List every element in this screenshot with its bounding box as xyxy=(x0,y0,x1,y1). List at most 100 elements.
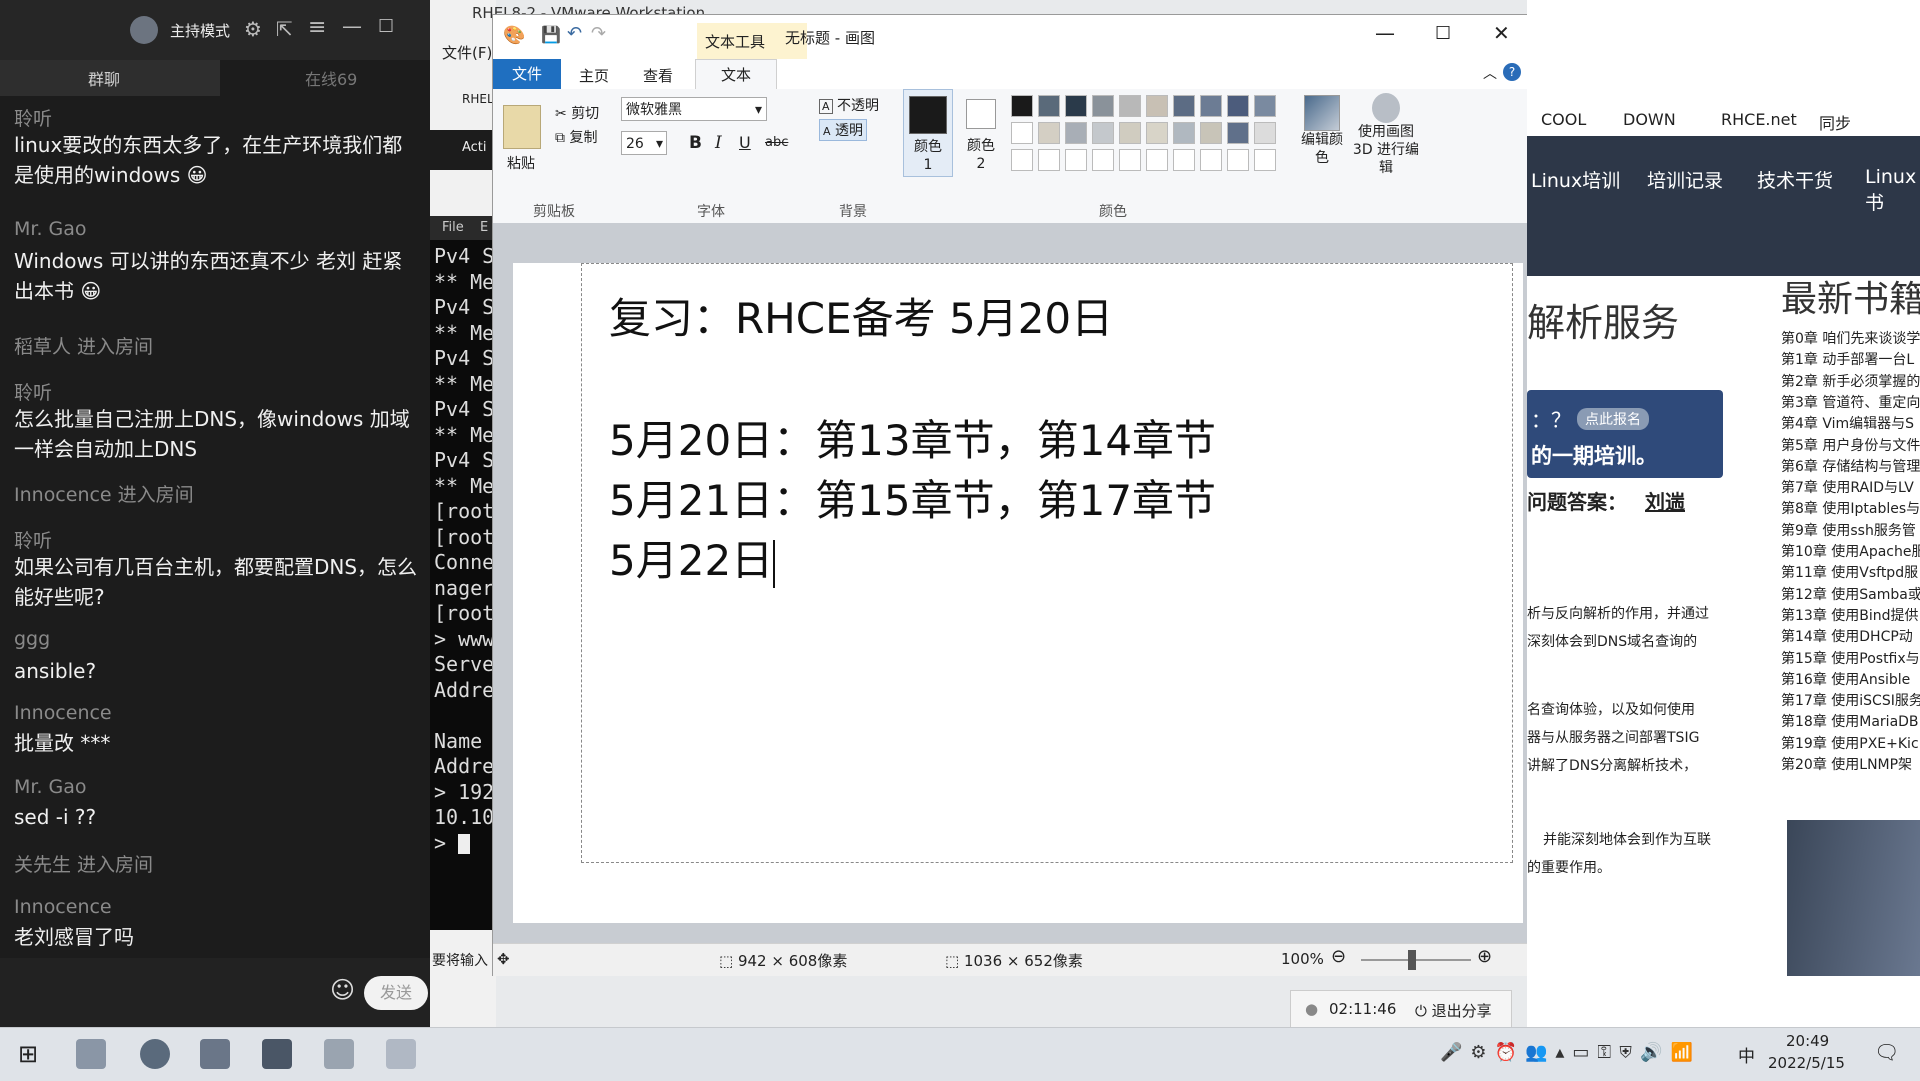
palette-swatch[interactable] xyxy=(1146,95,1168,117)
terminal-menu-edit[interactable]: E xyxy=(480,220,488,235)
toc-item[interactable]: 第17章 使用iSCSI服务 xyxy=(1781,690,1920,710)
toc-item[interactable]: 第15章 使用Postfix与 xyxy=(1781,648,1920,668)
browser-icon[interactable] xyxy=(140,1039,170,1069)
palette-swatch[interactable] xyxy=(1092,122,1114,144)
palette-swatch-empty[interactable] xyxy=(1146,149,1168,171)
notepad-taskbar-icon[interactable] xyxy=(324,1039,354,1069)
palette-swatch[interactable] xyxy=(1119,95,1141,117)
tab-online[interactable]: 在线69 xyxy=(305,66,357,90)
toc-item[interactable]: 第3章 管道符、重定向 xyxy=(1781,392,1920,412)
tab-group-chat[interactable]: 群聊 xyxy=(88,66,120,90)
palette-swatch[interactable] xyxy=(1092,95,1114,117)
underline-button[interactable]: U xyxy=(739,133,751,152)
palette-swatch-empty[interactable] xyxy=(1200,149,1222,171)
toc-item[interactable]: 第13章 使用Bind提供 xyxy=(1781,605,1919,625)
file-explorer-icon[interactable] xyxy=(76,1039,106,1069)
tab-view[interactable]: 查看 xyxy=(643,65,673,86)
palette-swatch-empty[interactable] xyxy=(1065,149,1087,171)
palette-swatch-empty[interactable] xyxy=(1011,149,1033,171)
palette-swatch[interactable] xyxy=(1011,122,1033,144)
paint3d-button[interactable]: 使用画图 3D 进行编辑 xyxy=(1349,91,1423,176)
transparent-option[interactable]: A 透明 xyxy=(819,119,867,141)
undo-icon[interactable]: ↶ xyxy=(567,23,582,44)
palette-swatch-empty[interactable] xyxy=(1119,149,1141,171)
copy-button[interactable]: ⧉ 复制 xyxy=(555,127,597,147)
edit-colors-button[interactable]: 编辑颜色 xyxy=(1301,91,1343,175)
paste-button[interactable] xyxy=(503,105,541,149)
nav-tech[interactable]: 技术干货 xyxy=(1757,166,1833,193)
palette-swatch-empty[interactable] xyxy=(1092,149,1114,171)
nav-linux-book[interactable]: Linux书 xyxy=(1865,166,1920,215)
palette-swatch[interactable] xyxy=(1200,95,1222,117)
palette-swatch[interactable] xyxy=(1038,122,1060,144)
toc-item[interactable]: 第9章 使用ssh服务管 xyxy=(1781,520,1916,540)
save-icon[interactable]: 💾 xyxy=(541,25,561,44)
color2-button[interactable]: 颜色 2 xyxy=(959,89,1003,175)
toc-item[interactable]: 第20章 使用LNMP架 xyxy=(1781,754,1912,774)
notification-icon[interactable]: 🗨 xyxy=(1874,1040,1899,1064)
cut-button[interactable]: ✂ 剪切 xyxy=(555,103,599,123)
author-link[interactable]: 刘遄 xyxy=(1645,486,1685,515)
palette-swatch[interactable] xyxy=(1173,95,1195,117)
toc-item[interactable]: 第6章 存储结构与管理 xyxy=(1781,456,1920,476)
palette-swatch-empty[interactable] xyxy=(1173,149,1195,171)
toc-item[interactable]: 第16章 使用Ansible xyxy=(1781,669,1910,689)
toc-item[interactable]: 第11章 使用Vsftpd服 xyxy=(1781,562,1918,582)
toc-item[interactable]: 第0章 咱们先来谈谈学 xyxy=(1781,328,1920,348)
toc-item[interactable]: 第19章 使用PXE+Kic xyxy=(1781,733,1919,753)
palette-swatch[interactable] xyxy=(1038,95,1060,117)
zoom-in-icon[interactable]: ⊕ xyxy=(1477,946,1492,967)
bookmark-down[interactable]: DOWN xyxy=(1623,110,1676,129)
tab-home[interactable]: 主页 xyxy=(579,65,609,86)
palette-swatch[interactable] xyxy=(1254,95,1276,117)
zoom-out-icon[interactable]: ⊖ xyxy=(1331,946,1346,967)
palette-swatch[interactable] xyxy=(1254,122,1276,144)
bookmark-cool[interactable]: COOL xyxy=(1541,110,1586,129)
ribbon-collapse-icon[interactable]: ︿ xyxy=(1483,63,1497,83)
opaque-option[interactable]: A 不透明 xyxy=(819,95,879,115)
emoji-picker-icon[interactable]: ☺ xyxy=(330,976,355,1004)
tab-file[interactable]: 文件 xyxy=(493,59,561,89)
palette-swatch[interactable] xyxy=(1227,122,1249,144)
bookmark-rhce[interactable]: RHCE.net xyxy=(1721,110,1797,129)
close-icon[interactable]: ✕ xyxy=(1493,21,1510,45)
toc-item[interactable]: 第14章 使用DHCP动 xyxy=(1781,626,1913,646)
terminal[interactable]: Pv4 S ** Me Pv4 S ** Me Pv4 S ** Me Pv4 S ** Me… xyxy=(430,240,496,930)
minimize-icon[interactable]: — xyxy=(342,14,362,38)
minimize-icon[interactable]: — xyxy=(1375,21,1395,45)
exit-share-button[interactable]: ⏻ 退出分享 xyxy=(1415,1000,1492,1021)
toc-item[interactable]: 第5章 用户身份与文件 xyxy=(1781,435,1920,455)
ime-indicator[interactable]: 中 xyxy=(1738,1042,1755,1067)
paint-taskbar-icon[interactable] xyxy=(386,1039,416,1069)
tray-icons[interactable]: 🎤⚙⏰👥▴▭⚿⛨🔊📶 xyxy=(1440,1042,1701,1063)
vmware-menu-file[interactable]: 文件(F) xyxy=(442,42,492,63)
nav-training-log[interactable]: 培训记录 xyxy=(1647,166,1723,193)
palette-swatch[interactable] xyxy=(1227,95,1249,117)
palette-swatch[interactable] xyxy=(1173,122,1195,144)
palette-swatch[interactable] xyxy=(1146,122,1168,144)
font-size-select[interactable]: 26 ▾ xyxy=(621,131,667,155)
canvas[interactable]: 复习：RHCE备考 5月20日 5月20日：第13章节，第14章节 5月21日：… xyxy=(513,263,1523,923)
redo-icon[interactable]: ↷ xyxy=(591,23,606,44)
toc-item[interactable]: 第8章 使用Iptables与 xyxy=(1781,498,1920,518)
toc-item[interactable]: 第4章 Vim编辑器与S xyxy=(1781,413,1914,433)
signup-button[interactable]: 点此报名 xyxy=(1577,408,1649,430)
toc-item[interactable]: 第18章 使用MariaDB xyxy=(1781,711,1919,731)
font-name-select[interactable]: 微软雅黑 ▾ xyxy=(621,97,767,121)
start-icon[interactable]: ⊞ xyxy=(18,1040,38,1068)
settings-icon[interactable]: ⚙ xyxy=(244,17,262,41)
toc-item[interactable]: 第10章 使用Apache服 xyxy=(1781,541,1920,561)
strikethrough-button[interactable]: abc xyxy=(765,135,788,150)
italic-button[interactable]: I xyxy=(715,133,722,153)
palette-swatch[interactable] xyxy=(1200,122,1222,144)
palette-swatch-empty[interactable] xyxy=(1254,149,1276,171)
color1-button[interactable]: 颜色 1 xyxy=(903,89,953,177)
menu-icon[interactable]: ≡ xyxy=(308,15,326,40)
maximize-icon[interactable]: ☐ xyxy=(1435,23,1451,44)
palette-swatch[interactable] xyxy=(1011,95,1033,117)
bookmark-sync[interactable]: 同步 xyxy=(1819,110,1851,134)
nav-linux-training[interactable]: Linux培训 xyxy=(1531,166,1620,193)
palette-swatch[interactable] xyxy=(1065,122,1087,144)
popout-icon[interactable]: ⇱ xyxy=(276,17,293,41)
vmware-taskbar-icon[interactable] xyxy=(200,1039,230,1069)
